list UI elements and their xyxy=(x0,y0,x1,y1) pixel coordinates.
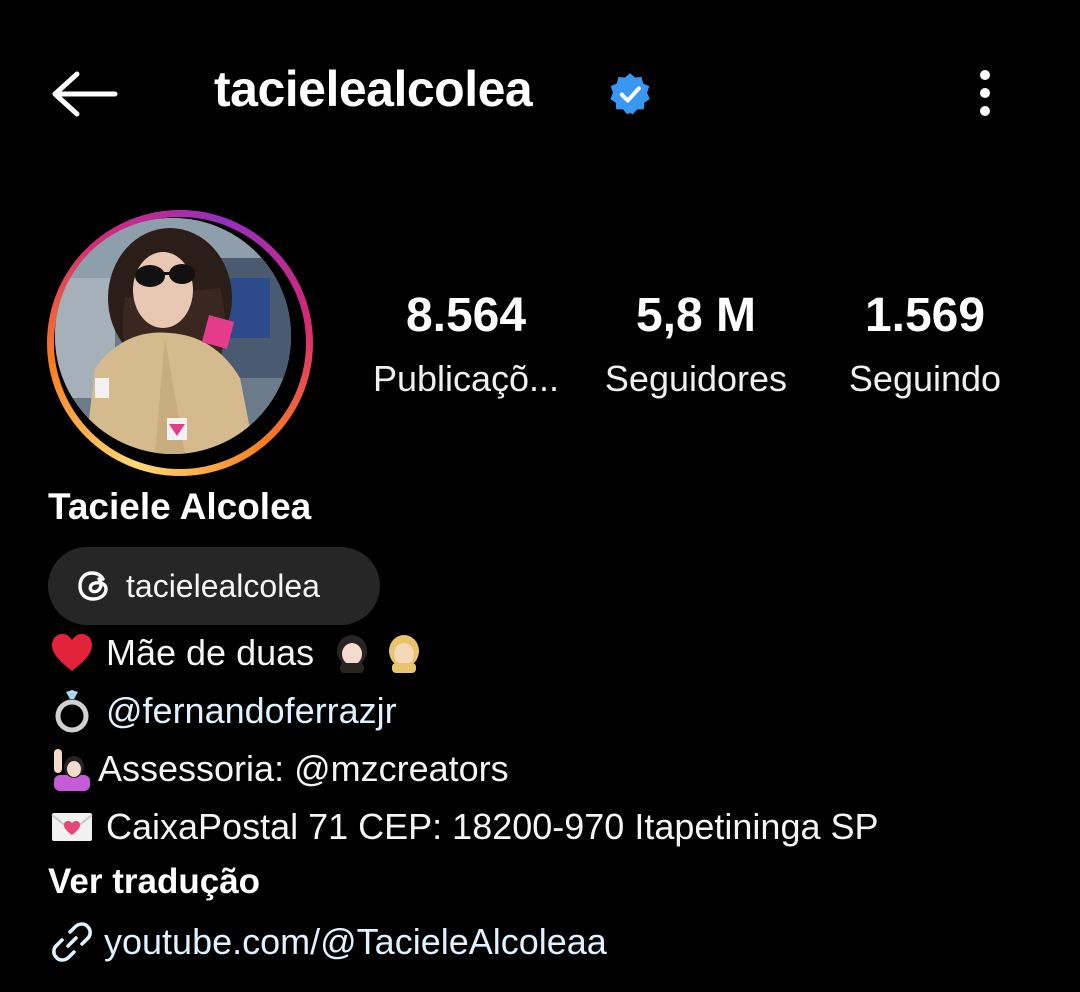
more-vertical-icon xyxy=(980,70,990,116)
bio-text-3: Assessoria: @mzcreators xyxy=(98,748,509,789)
ring-icon xyxy=(48,690,96,733)
threads-icon xyxy=(78,571,108,601)
bio-text-1: Mãe de duas xyxy=(106,632,315,673)
posts-label: Publicaçõ... xyxy=(372,358,560,399)
heart-icon xyxy=(48,633,96,673)
back-button[interactable] xyxy=(46,62,122,126)
stat-followers[interactable]: 5,8 M Seguidores xyxy=(576,285,816,411)
bio-line-2: @fernandoferrazjr xyxy=(48,690,397,733)
profile-avatar-story-ring[interactable] xyxy=(47,210,313,476)
link-text: youtube.com/@TacieleAlcoleaa xyxy=(104,921,607,962)
following-label: Seguindo xyxy=(848,358,1002,399)
posts-count: 8.564 xyxy=(405,289,527,342)
link-icon xyxy=(52,922,92,962)
girl-blonde-hair-icon xyxy=(380,633,428,673)
person-raising-hand-icon xyxy=(48,749,96,791)
girl-dark-hair-icon xyxy=(328,633,376,673)
threads-handle: tacielealcolea xyxy=(126,567,320,604)
profile-username: tacielealcolea xyxy=(214,61,533,117)
stat-posts[interactable]: 8.564 Publicaçõ... xyxy=(346,285,586,411)
following-count: 1.569 xyxy=(864,289,986,342)
display-name: Taciele Alcolea xyxy=(48,486,312,527)
bio-line-1: Mãe de duas xyxy=(48,632,428,674)
see-translation-link[interactable]: Ver tradução xyxy=(48,862,260,902)
bio-line-4: CaixaPostal 71 CEP: 18200-970 Itapetinin… xyxy=(48,806,879,848)
verified-badge-icon xyxy=(610,73,650,115)
bio-mention-husband[interactable]: @fernandoferrazjr xyxy=(106,690,397,732)
love-letter-icon xyxy=(48,807,96,847)
avatar xyxy=(55,218,291,454)
followers-count: 5,8 M xyxy=(635,289,757,342)
more-options-button[interactable] xyxy=(962,62,1008,124)
bio-text-4: CaixaPostal 71 CEP: 18200-970 Itapetinin… xyxy=(106,806,879,847)
threads-profile-button[interactable]: tacielealcolea xyxy=(48,547,380,625)
stat-following[interactable]: 1.569 Seguindo xyxy=(805,285,1045,411)
avatar-photo xyxy=(55,218,291,454)
bio-line-3: Assessoria: @mzcreators xyxy=(48,748,509,791)
external-link[interactable]: youtube.com/@TacieleAlcoleaa xyxy=(48,918,607,966)
arrow-left-icon xyxy=(52,71,118,117)
followers-label: Seguidores xyxy=(604,358,788,399)
